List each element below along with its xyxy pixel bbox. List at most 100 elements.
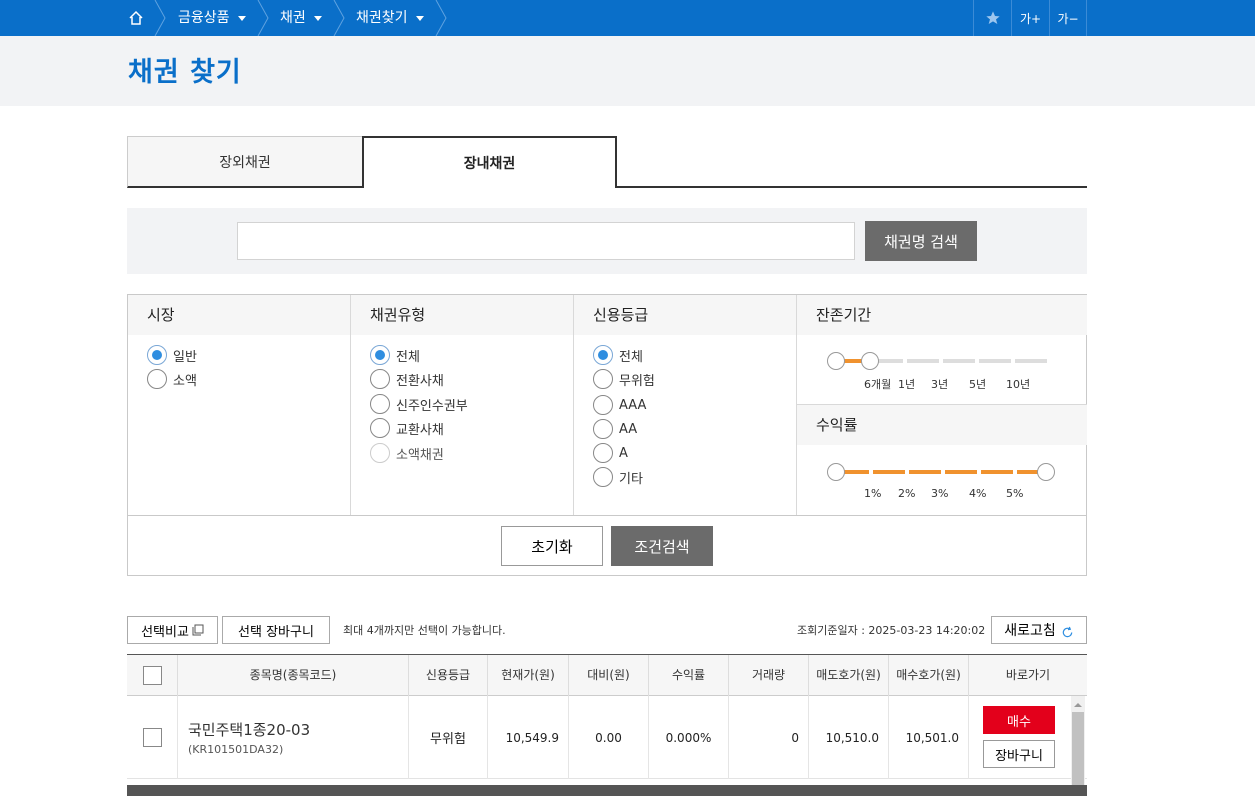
credit-cell: 무위험 (409, 696, 488, 779)
column-header-volume[interactable]: 거래량 (729, 655, 809, 696)
bond-type-option-exchangeable[interactable]: 교환사채 (370, 417, 444, 439)
breadcrumb-label: 채권찾기 (356, 10, 408, 26)
maturity-tick: 3년 (931, 378, 949, 391)
compare-selected-button[interactable]: 선택비교 (127, 616, 218, 644)
credit-option-other[interactable]: 기타 (593, 466, 643, 488)
column-header-name[interactable]: 종목명(종목코드) (178, 655, 409, 696)
tab-otc-bonds[interactable]: 장외채권 (127, 136, 363, 188)
add-to-cart-button[interactable]: 장바구니 (983, 740, 1055, 768)
credit-option-aa[interactable]: AA (593, 418, 637, 440)
scroll-up-arrow-icon[interactable] (1071, 699, 1085, 711)
radio-unchecked-icon (593, 443, 613, 463)
bond-name[interactable]: 국민주택1종20-03 (188, 719, 310, 740)
filter-actions: 초기화 조건검색 (128, 515, 1086, 575)
breadcrumb-separator-icon (257, 0, 269, 36)
credit-option-riskfree[interactable]: 무위험 (593, 368, 655, 390)
row-checkbox[interactable] (142, 728, 162, 747)
option-label: A (619, 445, 628, 461)
column-header-change[interactable]: 대비(원) (569, 655, 649, 696)
credit-option-aaa[interactable]: AAA (593, 394, 646, 416)
maturity-tick: 1년 (898, 378, 916, 391)
radio-disabled-icon (370, 443, 390, 463)
yield-max-handle[interactable] (1037, 463, 1055, 481)
option-label: 소액채권 (396, 447, 444, 463)
query-timestamp: 조회기준일자 : 2025-03-23 14:20:02 (797, 624, 986, 637)
market-option-general[interactable]: 일반 (147, 344, 197, 366)
bond-type-filter: 채권유형 전체 전환사채 신주인수권부 교환사채 소액채권 (351, 295, 574, 515)
bond-type-option-all[interactable]: 전체 (370, 344, 420, 366)
caret-down-icon (313, 15, 322, 21)
option-label: 전체 (619, 349, 643, 365)
breadcrumb-item-bonds[interactable]: 채권 (280, 0, 322, 36)
tab-listed-bonds[interactable]: 장내채권 (362, 136, 617, 188)
column-header-credit[interactable]: 신용등급 (409, 655, 488, 696)
bond-name-search-button[interactable]: 채권명 검색 (865, 221, 977, 261)
refresh-label: 새로고침 (1004, 623, 1056, 639)
top-nav-bar: 금융상품 채권 채권찾기 가+ 가− (0, 0, 1255, 36)
yield-cell: 0.000% (649, 696, 729, 779)
price-cell: 10,549.9 (488, 696, 569, 779)
change-cell: 0.00 (569, 696, 649, 779)
yield-min-handle[interactable] (827, 463, 845, 481)
column-header-price[interactable]: 현재가(원) (488, 655, 569, 696)
maturity-max-handle[interactable] (861, 352, 879, 370)
market-filter-title: 시장 (128, 295, 350, 335)
breadcrumb-label: 채권 (280, 10, 306, 26)
favorite-button[interactable] (973, 0, 1011, 36)
radio-unchecked-icon (593, 467, 613, 487)
add-selected-to-cart-button[interactable]: 선택 장바구니 (222, 616, 330, 644)
market-filter: 시장 일반 소액 (128, 295, 351, 515)
yield-tick: 4% (969, 487, 987, 500)
select-all-cell (127, 655, 178, 696)
option-label: 신주인수권부 (396, 398, 468, 414)
font-size-down-button[interactable]: 가− (1049, 0, 1087, 36)
bond-type-filter-title: 채권유형 (351, 295, 573, 335)
bond-name-input[interactable] (237, 222, 855, 260)
column-header-yield[interactable]: 수익률 (649, 655, 729, 696)
breadcrumb-item-financial-products[interactable]: 금융상품 (178, 0, 246, 36)
refresh-button[interactable]: 새로고침 (991, 616, 1087, 644)
radio-checked-icon (147, 345, 167, 365)
page-header: 채권 찾기 (0, 36, 1255, 106)
refresh-icon (1062, 626, 1073, 637)
table-scrollbar[interactable] (1071, 696, 1085, 786)
market-option-small[interactable]: 소액 (147, 368, 197, 390)
bond-type-option-convertible[interactable]: 전환사채 (370, 368, 444, 390)
font-up-label: 가+ (1019, 11, 1042, 26)
yield-filter: 수익률 1% 2% 3% 4% 5% (797, 404, 1087, 500)
ask-cell: 10,510.0 (809, 696, 889, 779)
credit-option-all[interactable]: 전체 (593, 344, 643, 366)
font-size-up-button[interactable]: 가+ (1011, 0, 1049, 36)
star-icon (985, 11, 1000, 24)
column-header-shortcut: 바로가기 (1005, 668, 1051, 682)
radio-unchecked-icon (593, 419, 613, 439)
bond-name-cell[interactable]: 국민주택1종20-03 (KR101501DA32) (178, 696, 409, 779)
maturity-track (871, 359, 1047, 363)
option-label: 무위험 (619, 373, 655, 389)
bid-cell: 10,501.0 (889, 696, 969, 779)
range-filters: 잔존기간 6개월 1년 3년 5년 10년 수익률 1% 2% 3% 4% 5% (797, 295, 1087, 515)
yield-tick: 3% (931, 487, 949, 500)
home-icon[interactable] (118, 0, 154, 36)
row-select-cell (127, 696, 178, 779)
credit-option-a[interactable]: A (593, 442, 628, 464)
radio-unchecked-icon (147, 369, 167, 389)
condition-search-button[interactable]: 조건검색 (611, 526, 713, 566)
maturity-min-handle[interactable] (827, 352, 845, 370)
reset-button[interactable]: 초기화 (501, 526, 603, 566)
compare-label: 선택비교 (141, 624, 189, 640)
yield-filter-title: 수익률 (797, 405, 1087, 445)
maturity-tick: 6개월 (864, 378, 892, 391)
bond-type-option-warrant[interactable]: 신주인수권부 (370, 393, 468, 415)
maturity-tick: 10년 (1006, 378, 1031, 391)
credit-filter: 신용등급 전체 무위험 AAA AA A 기타 (574, 295, 797, 515)
option-label: AA (619, 421, 638, 437)
column-header-ask[interactable]: 매도호가(원) (809, 655, 889, 696)
select-all-checkbox[interactable] (142, 666, 162, 685)
radio-checked-icon (370, 345, 390, 365)
buy-button[interactable]: 매수 (983, 706, 1055, 734)
column-header-bid[interactable]: 매수호가(원) (889, 655, 969, 696)
new-window-icon (192, 624, 204, 636)
breadcrumb-item-bond-search[interactable]: 채권찾기 (356, 0, 424, 36)
scrollbar-thumb[interactable] (1072, 712, 1084, 786)
